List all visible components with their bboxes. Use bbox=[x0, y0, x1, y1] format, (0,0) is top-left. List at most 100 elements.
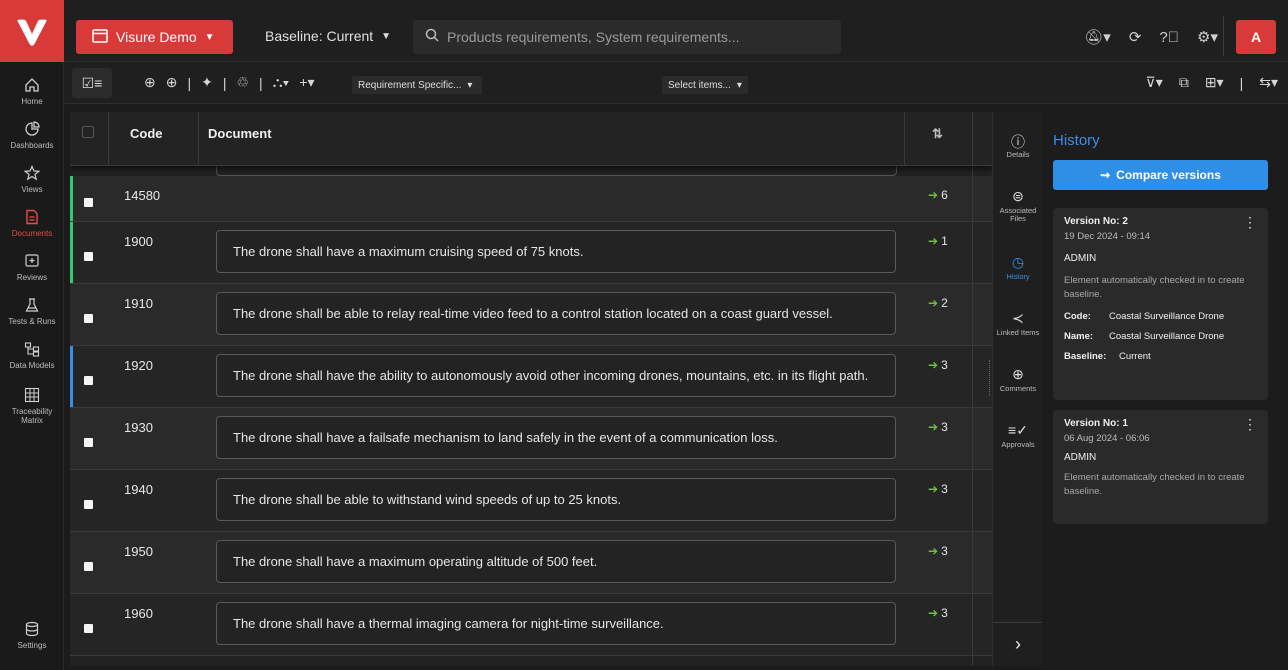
select-all-checkbox[interactable] bbox=[82, 126, 94, 138]
col-header-code[interactable]: Code bbox=[130, 126, 163, 141]
row-checkbox[interactable] bbox=[84, 562, 93, 571]
gear-icon[interactable]: ⚙▾ bbox=[1197, 28, 1218, 46]
col-header-document[interactable]: Document bbox=[208, 126, 272, 141]
code-cell: 1900 bbox=[124, 234, 153, 249]
more-options-icon[interactable]: ⋮ bbox=[1243, 416, 1257, 433]
version-card[interactable]: ⋮ Version No: 1 06 Aug 2024 - 06:06 ADMI… bbox=[1053, 410, 1268, 524]
table-row[interactable]: 1940 The drone shall be able to withstand… bbox=[70, 470, 992, 532]
nav-traceability-matrix[interactable]: Traceability Matrix bbox=[0, 378, 64, 432]
tab-comments[interactable]: ⊕ Comments bbox=[993, 366, 1043, 393]
arrow-right-icon: ➔ bbox=[928, 482, 939, 496]
links-count[interactable]: ➔ 3 bbox=[928, 606, 948, 620]
nav-data-models[interactable]: Data Models bbox=[0, 328, 64, 382]
views-icon bbox=[23, 164, 41, 182]
dashboards-icon bbox=[23, 120, 41, 138]
add-dropdown-icon[interactable]: +▾ bbox=[299, 74, 314, 91]
links-count[interactable]: ➔ 3 bbox=[928, 544, 948, 558]
document-cell[interactable]: The drone shall have a failsafe mechanis… bbox=[216, 416, 896, 459]
version-card[interactable]: ⋮ Version No: 2 19 Dec 2024 - 09:14 ADMI… bbox=[1053, 208, 1268, 400]
document-cell[interactable]: The drone shall have a maximum operating… bbox=[216, 540, 896, 583]
links-count-value: 6 bbox=[941, 188, 948, 202]
table-row[interactable]: 1910 The drone shall be able to relay rea… bbox=[70, 284, 992, 346]
help-icon[interactable]: ?⃝ bbox=[1159, 29, 1179, 46]
sync-icon[interactable]: ⟳ bbox=[1129, 28, 1142, 46]
export-icon[interactable]: ⇆▾ bbox=[1259, 74, 1278, 91]
spec-dropdown[interactable]: Requirement Specific... ▾ bbox=[352, 76, 482, 94]
window-icon bbox=[92, 28, 108, 46]
row-checkbox[interactable] bbox=[84, 438, 93, 447]
visure-logo[interactable] bbox=[0, 0, 64, 62]
links-count[interactable]: ➔ 6 bbox=[928, 188, 948, 202]
row-status-bar bbox=[70, 176, 73, 221]
code-cell: 14580 bbox=[124, 188, 161, 203]
table-row[interactable]: 14580 ➔ 6 bbox=[70, 176, 992, 222]
header-actions: 🔕︎▾ ⟳ ?⃝ ⚙▾ bbox=[1084, 28, 1218, 47]
toolbar-actions: ⊕ ⊕ | ✦ | ♲ | ⛬▾ +▾ bbox=[144, 74, 315, 91]
history-panel: History ⇝ Compare versions ⋮ Version No:… bbox=[1042, 112, 1280, 666]
avatar[interactable]: A bbox=[1236, 20, 1276, 54]
document-cell[interactable]: The drone shall have the ability to auto… bbox=[216, 354, 896, 397]
filter-icon[interactable]: ⊽▾ bbox=[1146, 74, 1163, 91]
table-row[interactable]: 1960 The drone shall have a thermal imagi… bbox=[70, 594, 992, 656]
global-search[interactable] bbox=[413, 20, 841, 54]
links-column-icon[interactable]: ⇅ bbox=[932, 126, 943, 142]
links-count-value: 2 bbox=[941, 296, 948, 310]
row-checkbox[interactable] bbox=[84, 376, 93, 385]
links-count-value: 1 bbox=[941, 234, 948, 248]
nav-settings[interactable]: Settings bbox=[0, 608, 64, 662]
tab-approvals[interactable]: ≡✓ Approvals bbox=[993, 422, 1043, 449]
table-row[interactable]: 1900 The drone shall have a maximum cruis… bbox=[70, 222, 992, 284]
sparkle-icon[interactable]: ✦ bbox=[201, 74, 213, 91]
links-count[interactable]: ➔ 3 bbox=[928, 358, 948, 372]
notifications-off-icon[interactable]: 🔕︎▾ bbox=[1084, 28, 1111, 46]
separator: | bbox=[187, 74, 192, 91]
baseline-field: Baseline: Current bbox=[1064, 351, 1151, 362]
links-count[interactable]: ➔ 3 bbox=[928, 420, 948, 434]
checklist-toggle-icon[interactable]: ☑︎≡ bbox=[72, 68, 112, 98]
chevron-right-icon: › bbox=[1015, 634, 1021, 654]
table-row[interactable]: 1950 The drone shall have a maximum opera… bbox=[70, 532, 992, 594]
copy-icon[interactable]: ⧉ bbox=[1179, 74, 1189, 91]
search-input[interactable] bbox=[447, 29, 827, 45]
row-status-bar bbox=[70, 346, 73, 407]
row-checkbox[interactable] bbox=[84, 198, 93, 207]
tab-details[interactable]: ⓘ Details bbox=[993, 132, 1043, 159]
arrow-right-icon: ➔ bbox=[928, 358, 939, 372]
document-cell[interactable]: The drone shall have a maximum cruising … bbox=[216, 230, 896, 273]
row-checkbox[interactable] bbox=[84, 314, 93, 323]
table-row[interactable]: 1930 The drone shall have a failsafe mech… bbox=[70, 408, 992, 470]
tab-history[interactable]: ◷ History bbox=[993, 254, 1043, 281]
document-cell[interactable]: The drone shall be able to withstand win… bbox=[216, 478, 896, 521]
more-options-icon[interactable]: ⋮ bbox=[1243, 214, 1257, 231]
col-divider bbox=[972, 112, 973, 666]
columns-icon[interactable]: ⊞▾ bbox=[1205, 74, 1224, 91]
document-cell[interactable]: The drone shall have a thermal imaging c… bbox=[216, 602, 896, 645]
caret-down-icon: ▼ bbox=[381, 30, 392, 42]
row-checkbox[interactable] bbox=[84, 252, 93, 261]
add-filled-icon[interactable]: ⊕ bbox=[144, 74, 156, 91]
table-row[interactable]: 1920 The drone shall have the ability to … bbox=[70, 346, 992, 408]
caret-down-icon: ▾ bbox=[467, 79, 473, 91]
links-count[interactable]: ➔ 3 bbox=[928, 482, 948, 496]
links-count[interactable]: ➔ 2 bbox=[928, 296, 948, 310]
compare-versions-button[interactable]: ⇝ Compare versions bbox=[1053, 160, 1268, 190]
tab-associated-files[interactable]: ⊜ Associated Files bbox=[993, 188, 1043, 223]
document-cell[interactable]: The drone shall be able to relay real-ti… bbox=[216, 292, 896, 335]
recycle-icon[interactable]: ♲ bbox=[236, 74, 249, 91]
project-selector[interactable]: Visure Demo ▼ bbox=[76, 20, 233, 54]
links-count-value: 3 bbox=[941, 358, 948, 372]
links-count[interactable]: ➔ 1 bbox=[928, 234, 948, 248]
hierarchy-icon[interactable]: ⛬▾ bbox=[273, 74, 290, 91]
row-checkbox[interactable] bbox=[84, 500, 93, 509]
tab-linked-items[interactable]: ≺ Linked Items bbox=[993, 310, 1043, 337]
code-field: Code: Coastal Surveillance Drone bbox=[1064, 311, 1225, 322]
select-items-dropdown[interactable]: Select items... ▾ bbox=[662, 76, 748, 94]
baseline-selector[interactable]: Baseline: Current ▼ bbox=[265, 28, 391, 44]
panel-title: History bbox=[1053, 132, 1100, 149]
links-count-value: 3 bbox=[941, 420, 948, 434]
row-checkbox[interactable] bbox=[84, 624, 93, 633]
arrow-right-icon: ➔ bbox=[928, 606, 939, 620]
separator: | bbox=[259, 74, 263, 91]
add-outline-icon[interactable]: ⊕ bbox=[166, 74, 178, 91]
expand-panel-button[interactable]: › bbox=[993, 622, 1043, 666]
